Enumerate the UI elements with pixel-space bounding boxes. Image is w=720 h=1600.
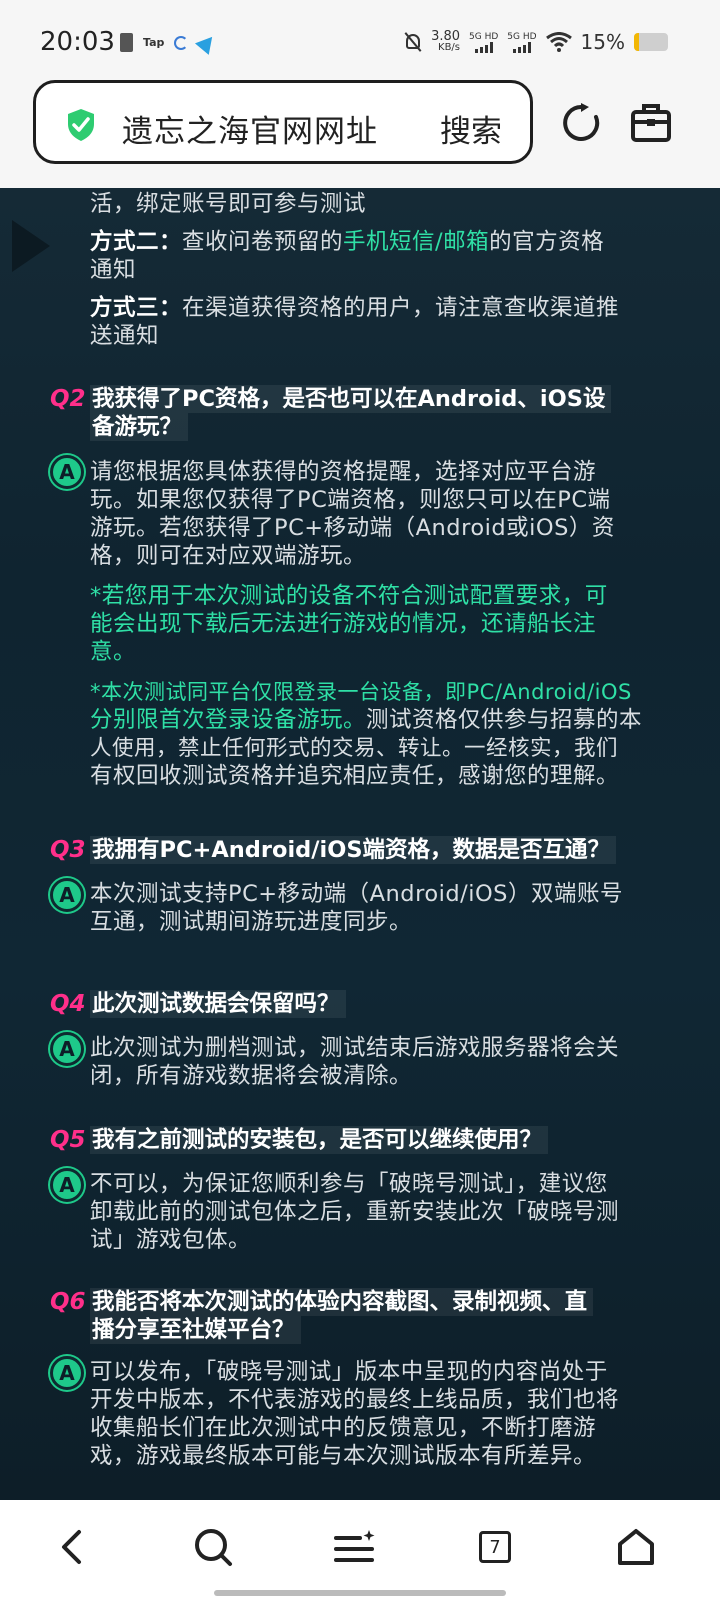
back-icon <box>62 1530 81 1564</box>
question-q4: Q4 此次测试数据会保留吗？ <box>50 990 346 1019</box>
toolbox-icon <box>631 104 671 142</box>
answer-line: 戏，游戏最终版本可能与本次测试版本有所差异。 <box>90 1443 597 1469</box>
answer-line: 本次测试支持PC+移动端（Android/iOS）双端账号 <box>90 881 623 907</box>
search-button-nav[interactable] <box>188 1522 238 1572</box>
menu-button[interactable] <box>330 1522 380 1572</box>
shield-check-icon <box>68 109 94 141</box>
note-line: 分别限首次登录设备游玩。测试资格仅供参与招募的本 <box>90 707 643 733</box>
answer-line: 收集船长们在此次测试中的反馈意见，不断打磨游 <box>90 1415 597 1441</box>
refresh-button[interactable] <box>558 100 604 146</box>
question-text: 我获得了PC资格，是否也可以在Android、iOS设 <box>90 385 612 413</box>
question-text: 播分享至社媒平台？ <box>90 1316 301 1344</box>
answer-line: 可以发布，「破晓号测试」版本中呈现的内容尚处于 <box>90 1359 608 1385</box>
note-line: 能会出现下载后无法进行游戏的情况，还请船长注 <box>90 611 597 637</box>
question-text: 此次测试数据会保留吗？ <box>90 990 346 1018</box>
answer-icon: A <box>50 1356 84 1390</box>
back-button[interactable] <box>47 1522 97 1572</box>
answer-line: 开发中版本，不代表游戏的最终上线品质，我们也将 <box>90 1387 620 1413</box>
method3-line: 方式三：在渠道获得资格的用户，请注意查收渠道推 <box>90 295 620 321</box>
answer-line: 格，则可在对应双端游玩。 <box>90 543 367 569</box>
answer-line: 试」游戏包体。 <box>90 1227 252 1253</box>
address-bar[interactable]: 遗忘之海官网网址 搜索 <box>33 80 533 164</box>
note-line: *若您用于本次测试的设备不符合测试配置要求，可 <box>90 583 608 609</box>
question-text: 我拥有PC+Android/iOS端资格，数据是否互通？ <box>90 836 617 864</box>
status-bar: 20:03 Tap 3.80 KB/s 5G HD 5G HD 15% <box>0 0 720 80</box>
question-q6: Q6 我能否将本次测试的体验内容截图、录制视频、直 播分享至社媒平台？ <box>50 1288 594 1344</box>
answer-line: 有权回收测试资格并追究相应责任，感谢您的理解。 <box>90 763 620 789</box>
answer-icon: A <box>50 455 84 489</box>
home-icon <box>618 1529 654 1565</box>
answer-line: 不可以，为保证您顺利参与「破晓号测试」，建议您 <box>90 1171 608 1197</box>
toolbox-button[interactable] <box>628 100 674 146</box>
battery-percent: 15% <box>580 30 625 54</box>
question-tag: Q2 <box>50 386 86 412</box>
browser-toolbar: 遗忘之海官网网址 搜索 <box>0 80 720 188</box>
answer-line: 卸载此前的测试包体之后，重新安装此次「破晓号测 <box>90 1199 620 1225</box>
question-text: 我有之前测试的安装包，是否可以继续使用？ <box>90 1126 549 1154</box>
answer-line: 人使用，禁止任何形式的交易、转让。一经核实，我们 <box>90 736 619 761</box>
search-button[interactable]: 搜索 <box>440 106 502 151</box>
notification-icons: Tap <box>120 30 220 55</box>
tabs-button[interactable]: 7 <box>470 1522 520 1572</box>
wifi-icon <box>545 32 572 52</box>
text-line: 活，绑定账号即可参与测试 <box>90 191 367 217</box>
note-line: *本次测试同平台仅限登录一台设备，即PC/Android/iOS <box>90 680 632 704</box>
network-speed: 3.80 KB/s <box>431 29 461 53</box>
mute-icon <box>404 32 422 52</box>
question-tag: Q5 <box>50 1127 86 1153</box>
address-text[interactable]: 遗忘之海官网网址 <box>122 106 378 151</box>
signal-icon: 5G HD <box>469 32 498 53</box>
answer-icon: A <box>50 1032 84 1066</box>
answer-line: 玩。如果您仅获得了PC端资格，则您只可以在PC端 <box>90 487 611 513</box>
battery-icon <box>634 33 668 51</box>
menu-icon <box>334 1530 375 1562</box>
tap-app-icon: Tap <box>143 36 165 49</box>
text-line: 送通知 <box>90 323 160 349</box>
system-icons: 3.80 KB/s 5G HD 5G HD 15% <box>404 30 668 54</box>
loop-icon <box>174 35 189 50</box>
refresh-icon <box>563 103 600 141</box>
signal-icon-2: 5G HD <box>507 32 537 53</box>
search-icon <box>195 1529 232 1566</box>
status-time: 20:03 <box>40 27 115 57</box>
answer-line: 此次测试为删档测试，测试结束后游戏服务器将会关 <box>90 1035 620 1061</box>
question-text: 我能否将本次测试的体验内容截图、录制视频、直 <box>90 1288 594 1316</box>
home-button[interactable] <box>611 1522 661 1572</box>
question-q2: Q2 我获得了PC资格，是否也可以在Android、iOS设 备游玩？ <box>50 385 612 441</box>
faq-content[interactable]: 活，绑定账号即可参与测试 方式二：查收问卷预留的手机短信/邮箱的官方资格 通知 … <box>0 188 720 1500</box>
text-line: 通知 <box>90 257 137 283</box>
question-tag: Q3 <box>50 837 86 863</box>
answer-line: 互通，测试期间游玩进度同步。 <box>90 909 413 935</box>
home-indicator[interactable] <box>214 1590 506 1596</box>
answer-line: 闭，所有游戏数据将会被清除。 <box>90 1063 413 1089</box>
decorative-triangle <box>12 220 50 272</box>
bottom-navigation: 7 <box>0 1500 720 1600</box>
question-tag: Q6 <box>50 1289 86 1315</box>
question-tag: Q4 <box>50 991 86 1017</box>
sim-card-icon <box>120 33 133 52</box>
question-q3: Q3 我拥有PC+Android/iOS端资格，数据是否互通？ <box>50 836 617 865</box>
note-line: 意。 <box>90 639 137 665</box>
telegram-icon <box>195 30 220 55</box>
answer-line: 请您根据您具体获得的资格提醒，选择对应平台游 <box>90 459 597 485</box>
method2-line: 方式二：查收问卷预留的手机短信/邮箱的官方资格 <box>90 229 605 255</box>
question-q5: Q5 我有之前测试的安装包，是否可以继续使用？ <box>50 1126 549 1155</box>
answer-icon: A <box>50 1168 84 1202</box>
answer-line: 游玩。若您获得了PC+移动端（Android或iOS）资 <box>90 515 615 541</box>
tabs-icon: 7 <box>479 1531 511 1563</box>
answer-icon: A <box>50 878 84 912</box>
question-text: 备游玩？ <box>90 413 189 441</box>
